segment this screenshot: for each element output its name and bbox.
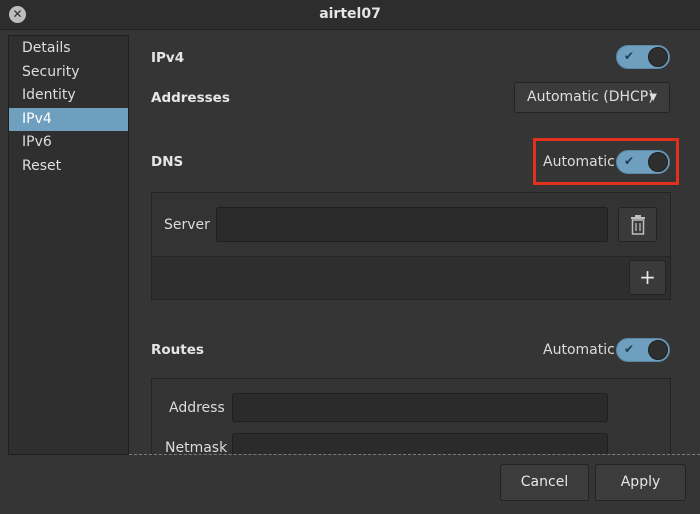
window-title: airtel07 [319,6,381,22]
toggle-knob [648,47,668,67]
toggle-knob [648,152,668,172]
route-address-label: Address [169,400,225,416]
sidebar-item-details[interactable]: Details [9,37,128,61]
dns-server-label: Server [164,217,210,233]
dns-label: DNS [151,154,184,170]
sidebar-item-reset[interactable]: Reset [9,155,128,179]
sidebar-item-identity[interactable]: Identity [9,84,128,108]
addresses-label: Addresses [151,90,230,106]
routes-label: Routes [151,342,204,358]
trash-icon [630,215,645,235]
dns-server-input[interactable] [216,207,608,242]
check-icon: ✔ [624,154,635,168]
title-bar: ✕ airtel07 [0,0,700,30]
sidebar-item-ipv6[interactable]: IPv6 [9,131,128,155]
route-netmask-input[interactable] [232,433,608,454]
route-netmask-clip [232,433,608,454]
scroll-edge-divider [129,454,700,455]
addresses-dropdown[interactable]: Automatic (DHCP) ▼ [514,82,670,113]
ipv4-toggle[interactable]: ✔ [616,45,670,69]
dns-automatic-toggle[interactable]: ✔ [616,150,670,174]
routes-automatic-label: Automatic [543,342,615,358]
sidebar-item-ipv4[interactable]: IPv4 [9,107,128,131]
dns-automatic-label: Automatic [543,154,615,170]
addresses-dropdown-value: Automatic (DHCP) [527,89,654,105]
cancel-button[interactable]: Cancel [500,464,589,501]
plus-icon: + [639,265,656,289]
chevron-down-icon: ▼ [649,92,657,103]
dns-panel-footer [151,256,671,300]
sidebar: Details Security Identity IPv4 IPv6 Rese… [8,35,129,455]
sidebar-item-security[interactable]: Security [9,61,128,85]
toggle-knob [648,340,668,360]
check-icon: ✔ [624,342,635,356]
delete-server-button[interactable] [618,207,657,242]
check-icon: ✔ [624,49,635,63]
route-address-input[interactable] [232,393,608,422]
add-server-button[interactable]: + [629,260,666,295]
apply-button[interactable]: Apply [595,464,686,501]
routes-automatic-toggle[interactable]: ✔ [616,338,670,362]
ipv4-title: IPv4 [151,50,185,66]
